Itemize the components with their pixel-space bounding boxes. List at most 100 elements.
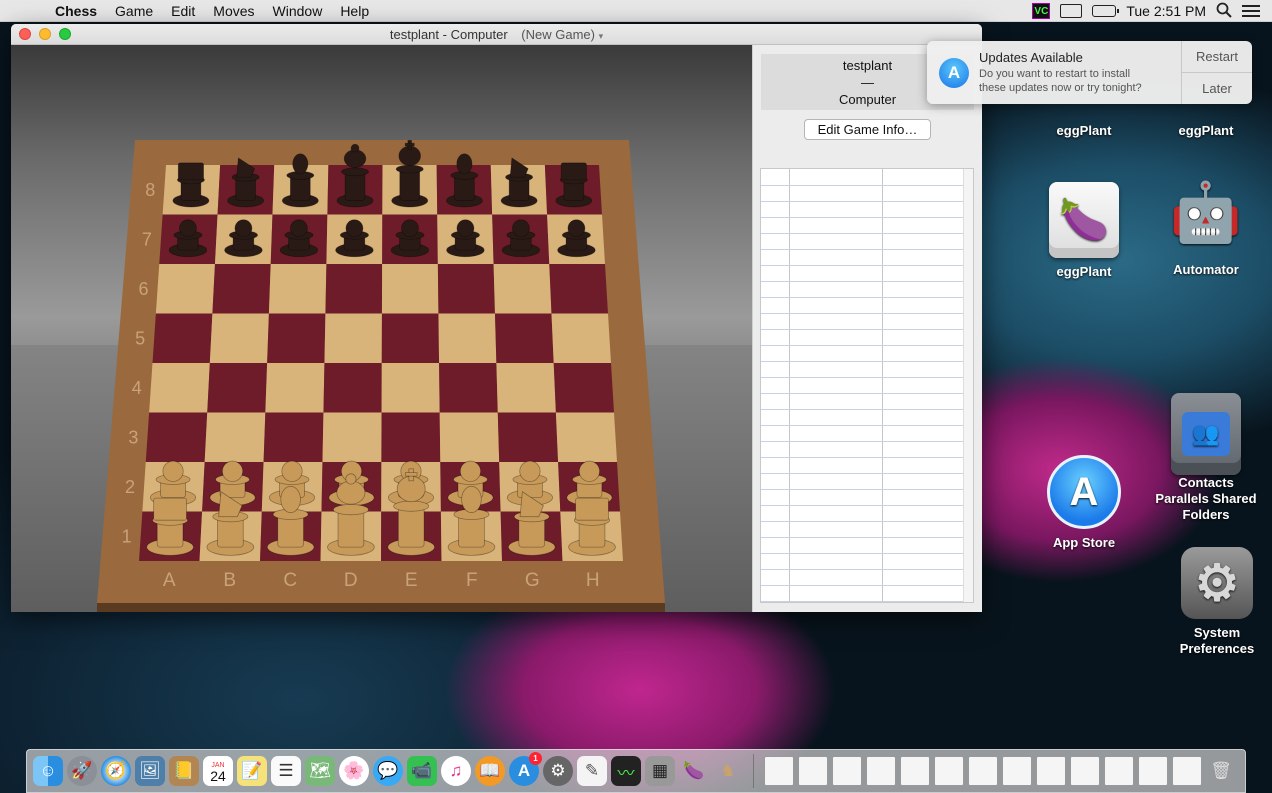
screenshot-thumbnail-icon[interactable] — [1070, 756, 1100, 786]
move-row[interactable] — [761, 345, 964, 362]
spotlight-search-icon[interactable] — [1216, 2, 1232, 21]
screenshot-thumbnail-icon[interactable] — [900, 756, 930, 786]
move-row[interactable] — [761, 553, 964, 570]
desktop-icon-eggplant-2[interactable]: eggPlant — [1151, 123, 1261, 139]
screenshot-thumbnail-icon[interactable] — [1138, 756, 1168, 786]
move-row[interactable] — [761, 233, 964, 250]
finder-icon[interactable]: ☺ — [33, 756, 63, 786]
move-row[interactable] — [761, 521, 964, 538]
board-3d-view[interactable]: 8 7 6 5 4 3 2 1 A B C D E F G H — [11, 45, 752, 612]
move-row[interactable] — [761, 393, 964, 410]
preview-icon[interactable]: 🖼 — [135, 756, 165, 786]
menu-moves[interactable]: Moves — [204, 3, 263, 19]
activity-monitor-icon[interactable]: 〰 — [611, 756, 641, 786]
minimize-window-button[interactable] — [39, 28, 51, 40]
move-row[interactable] — [761, 201, 964, 218]
eggplant-dock-icon[interactable]: 🍆 — [679, 756, 709, 786]
facetime-icon[interactable]: 📹 — [407, 756, 437, 786]
battery-icon[interactable] — [1092, 5, 1120, 17]
move-cell — [789, 441, 883, 458]
move-list-scrollbar[interactable] — [963, 169, 973, 602]
contacts-book-icon[interactable]: 📒 — [169, 756, 199, 786]
menu-window[interactable]: Window — [264, 3, 332, 19]
move-row[interactable] — [761, 329, 964, 346]
move-row[interactable] — [761, 409, 964, 426]
app-store-dock-icon[interactable]: A 1 — [509, 752, 542, 786]
itunes-icon[interactable]: ♫ — [441, 756, 471, 786]
screenshot-thumbnail-icon[interactable] — [798, 756, 828, 786]
textedit-icon[interactable]: ✎ — [577, 756, 607, 786]
photos-icon[interactable]: 🌸 — [339, 756, 369, 786]
move-row[interactable] — [761, 505, 964, 522]
edit-game-info-button[interactable]: Edit Game Info… — [804, 119, 931, 140]
move-row[interactable] — [761, 185, 964, 202]
ibooks-icon[interactable]: 📖 — [475, 756, 505, 786]
messages-icon[interactable]: 💬 — [373, 756, 403, 786]
notes-icon[interactable]: 📝 — [237, 756, 267, 786]
screenshot-thumbnail-icon[interactable] — [1172, 756, 1202, 786]
move-list[interactable] — [760, 168, 974, 603]
calculator-icon[interactable]: ▦ — [645, 756, 675, 786]
move-cell — [882, 265, 964, 282]
close-window-button[interactable] — [19, 28, 31, 40]
notification-center-icon[interactable] — [1242, 5, 1260, 17]
screenshot-thumbnail-icon[interactable] — [832, 756, 862, 786]
move-row[interactable] — [761, 489, 964, 506]
fullscreen-window-button[interactable] — [59, 28, 71, 40]
move-row[interactable] — [761, 473, 964, 490]
screenshot-thumbnail-icon[interactable] — [1104, 756, 1134, 786]
display-mirroring-icon[interactable] — [1060, 4, 1083, 18]
clock[interactable]: Tue 2:51 PM — [1126, 3, 1206, 19]
move-row[interactable] — [761, 249, 964, 266]
system-preferences-dock-icon[interactable]: ⚙ — [543, 756, 573, 786]
vnc-status-icon[interactable]: VC — [1032, 3, 1051, 19]
desktop-icon-parallels-shared-folders[interactable]: 👥 Contacts Parallels Shared Folders — [1151, 393, 1261, 523]
move-row[interactable] — [761, 585, 964, 602]
desktop-icon-eggplant-drive[interactable]: 🍆 eggPlant — [1029, 182, 1139, 280]
updates-notification[interactable]: A Updates Available Do you want to resta… — [927, 41, 1252, 104]
move-row[interactable] — [761, 169, 964, 186]
menu-help[interactable]: Help — [331, 3, 378, 19]
move-row[interactable] — [761, 457, 964, 474]
move-row[interactable] — [761, 569, 964, 586]
chess-board[interactable]: 8 7 6 5 4 3 2 1 A B C D E F G H — [11, 45, 752, 612]
board-square — [149, 363, 210, 413]
move-cell — [761, 585, 790, 602]
document-icon[interactable] — [764, 756, 794, 786]
screenshot-thumbnail-icon[interactable] — [1036, 756, 1066, 786]
safari-icon[interactable]: 🧭 — [101, 756, 131, 786]
desktop-icon-automator[interactable]: 🤖 Automator — [1151, 170, 1261, 278]
move-row[interactable] — [761, 265, 964, 282]
menu-edit[interactable]: Edit — [162, 3, 204, 19]
window-titlebar[interactable]: testplant - Computer (New Game) ▾ — [11, 24, 982, 45]
trash-icon[interactable]: 🗑 — [1206, 756, 1236, 786]
maps-icon[interactable]: 🗺 — [305, 756, 335, 786]
desktop-icon-app-store[interactable]: A App Store — [1029, 455, 1139, 551]
chevron-down-icon[interactable]: ▾ — [599, 31, 604, 41]
menu-game[interactable]: Game — [106, 3, 162, 19]
move-row[interactable] — [761, 313, 964, 330]
later-button[interactable]: Later — [1182, 72, 1252, 104]
reminders-icon[interactable]: ☰ — [271, 756, 301, 786]
move-row[interactable] — [761, 537, 964, 554]
screenshot-thumbnail-icon[interactable] — [866, 756, 896, 786]
move-row[interactable] — [761, 377, 964, 394]
move-row[interactable] — [761, 425, 964, 442]
move-row[interactable] — [761, 441, 964, 458]
move-row[interactable] — [761, 217, 964, 234]
document-state[interactable]: (New Game) — [521, 27, 595, 42]
calendar-icon[interactable]: JAN 24 — [203, 756, 233, 786]
move-row[interactable] — [761, 281, 964, 298]
screenshot-thumbnail-icon[interactable] — [1002, 756, 1032, 786]
screenshot-thumbnail-icon[interactable] — [968, 756, 998, 786]
move-row[interactable] — [761, 361, 964, 378]
chess-dock-icon[interactable]: ♞ — [713, 756, 743, 786]
app-menu-chess[interactable]: Chess — [46, 3, 106, 19]
desktop-icon-system-preferences[interactable]: ⚙ System Preferences — [1162, 547, 1272, 657]
screenshot-thumbnail-icon[interactable] — [934, 756, 964, 786]
restart-button[interactable]: Restart — [1182, 41, 1252, 72]
move-cell — [761, 441, 790, 458]
move-row[interactable] — [761, 297, 964, 314]
desktop-icon-eggplant-1[interactable]: eggPlant — [1029, 123, 1139, 139]
launchpad-icon[interactable]: 🚀 — [67, 756, 97, 786]
